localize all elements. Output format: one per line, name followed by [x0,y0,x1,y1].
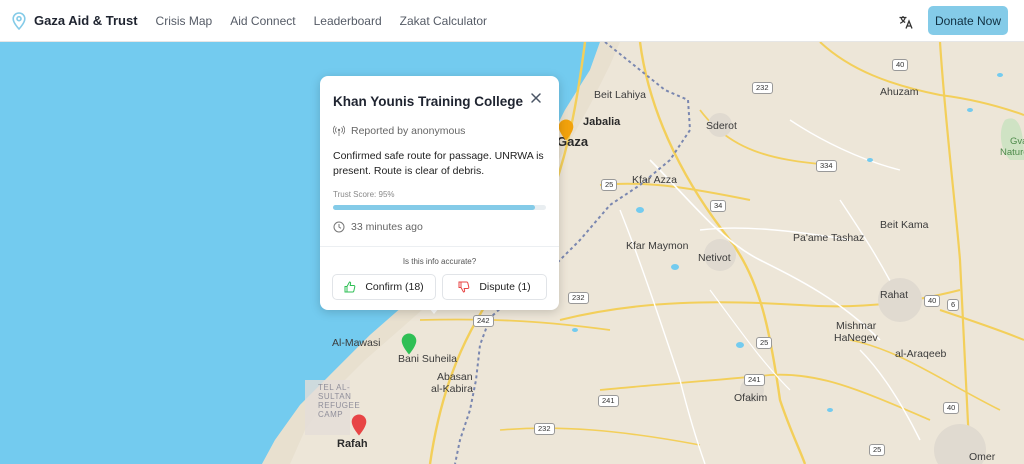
nav-leaderboard[interactable]: Leaderboard [314,14,382,28]
time-text: 33 minutes ago [351,221,423,233]
place-al-araqeeb: al-Araqeeb [895,348,947,360]
road-shield: 25 [756,337,773,349]
place-kfar-azza: Kfar Azza [632,174,677,186]
top-nav: Gaza Aid & Trust Crisis Map Aid Connect … [0,0,1024,42]
road-shield: 25 [601,179,618,191]
place-beit-lahiya: Beit Lahiya [594,89,646,101]
trust-score-label: Trust Score: 95% [333,190,395,199]
reporter-text: Reported by anonymous [351,125,466,137]
road-shield: 232 [568,292,589,304]
place-sderot: Sderot [706,120,737,132]
camp-label-4: CAMP [318,410,344,419]
trust-score-fill [333,205,536,210]
nature-label-1: Gva [1010,136,1024,147]
confirm-button[interactable]: Confirm (18) [332,274,436,300]
road-shield: 40 [892,59,909,71]
brand-name: Gaza Aid & Trust [34,13,138,28]
road-shield: 241 [744,374,765,386]
popup-reporter: Reported by anonymous [333,125,465,137]
nav-links: Crisis Map Aid Connect Leaderboard Zakat… [156,14,505,28]
accuracy-question: Is this info accurate? [402,257,477,266]
road-shield: 232 [534,423,555,435]
place-omer: Omer [969,451,996,463]
dispute-button[interactable]: Dispute (1) [442,274,547,300]
location-popup: Khan Younis Training College Reported by… [320,76,559,310]
donate-button[interactable]: Donate Now [928,6,1008,35]
clock-icon [333,221,345,233]
popup-description: Confirmed safe route for passage. UNRWA … [333,150,544,177]
place-rafah: Rafah [337,438,368,450]
place-abasan-1: Abasan [437,371,473,383]
confirm-label: Confirm (18) [365,281,424,293]
nav-zakat-calculator[interactable]: Zakat Calculator [400,14,487,28]
nav-aid-connect[interactable]: Aid Connect [230,14,295,28]
green-map-marker[interactable] [401,333,417,355]
road-shield: 232 [752,82,773,94]
place-mishmar-hanegev-2: HaNegev [834,332,878,344]
orange-map-marker[interactable] [558,119,574,141]
popup-title: Khan Younis Training College [333,94,524,109]
dispute-label: Dispute (1) [479,281,531,293]
road-shield: 334 [816,160,837,172]
broadcast-icon [333,125,345,136]
red-map-marker[interactable] [351,414,367,436]
popup-time: 33 minutes ago [333,221,423,233]
place-paame-tashaz: Pa'ame Tashaz [793,232,865,244]
place-abasan-2: al-Kabira [431,383,474,395]
translate-icon[interactable] [896,12,916,32]
road-shield: 6 [947,299,960,311]
place-ahuzam: Ahuzam [880,86,919,98]
place-netivot: Netivot [698,252,731,264]
place-kfar-maymon: Kfar Maymon [626,240,689,252]
road-shield: 40 [924,295,941,307]
thumbs-down-icon [458,281,470,293]
divider [320,246,559,247]
road-shield: 40 [943,402,960,414]
thumbs-up-icon [344,281,356,293]
place-ofakim: Ofakim [734,392,768,404]
close-icon[interactable] [529,91,543,105]
nav-crisis-map[interactable]: Crisis Map [156,14,213,28]
place-mishmar-hanegev-1: Mishmar [836,320,877,332]
brand[interactable]: Gaza Aid & Trust [12,11,138,30]
trust-score-bar [333,205,546,210]
road-shield: 25 [869,444,886,456]
road-shield: 241 [598,395,619,407]
place-rahat: Rahat [880,289,909,301]
camp-label-2: SULTAN [318,392,352,401]
place-jabalia: Jabalia [583,116,621,128]
road-shield: 34 [710,200,727,212]
camp-label-3: REFUGEE [318,401,361,410]
place-al-mawasi: Al-Mawasi [332,337,381,349]
map-pin-icon [12,11,26,30]
road-shield: 242 [473,315,494,327]
place-beit-kama: Beit Kama [880,219,929,231]
camp-label-1: TEL AL- [318,383,351,392]
nature-label-2: Nature [1000,147,1024,158]
